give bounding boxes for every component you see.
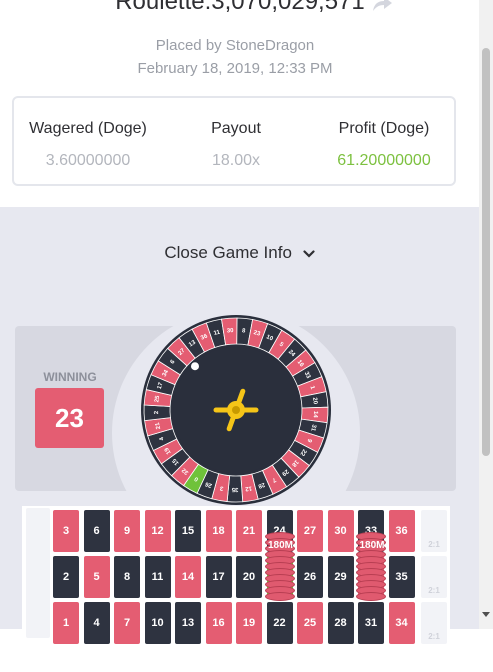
winning-label: WINNING [43, 370, 97, 384]
board-number[interactable]: 14 [175, 556, 201, 598]
board-number[interactable]: 22 [266, 602, 293, 644]
board-number[interactable]: 27 [297, 510, 323, 552]
wheel-number: 35 [231, 486, 238, 492]
board-number[interactable]: 9 [114, 510, 140, 552]
game-title: Roulette:3,070,029,571 [115, 0, 365, 15]
wheel-number: 14 [312, 411, 318, 419]
board-number[interactable]: 28 [327, 602, 354, 644]
wheel-number: 30 [227, 328, 235, 335]
scroll-down-icon[interactable] [482, 610, 490, 618]
bet-stats: Wagered (Doge) 3.60000000 Payout 18.00x … [12, 96, 456, 186]
close-game-info-button[interactable]: Close Game Info [0, 243, 479, 263]
board-number[interactable]: 1 [53, 602, 79, 644]
close-game-info-label: Close Game Info [164, 243, 292, 262]
board-number[interactable]: 19 [236, 602, 262, 644]
board-number[interactable]: 11 [144, 556, 171, 598]
wagered-label: Wagered (Doge) [29, 120, 147, 137]
board-number[interactable]: 2 [53, 556, 79, 598]
chip [356, 592, 386, 601]
payout-label: Payout [211, 120, 261, 137]
board-number[interactable]: 30 [327, 510, 354, 552]
board-number[interactable]: 34 [388, 602, 415, 644]
ball [190, 362, 199, 371]
board-number[interactable]: 20 [236, 556, 262, 598]
profit-value: 61.20000000 [337, 152, 431, 169]
board-number[interactable]: 36 [388, 510, 415, 552]
board-number[interactable]: 8 [114, 556, 140, 598]
roulette-wheel: 03215194212251734627133611 30 8 23105241633… [141, 315, 331, 505]
scrollbar-thumb[interactable] [482, 48, 490, 456]
board-number[interactable]: 17 [205, 556, 232, 598]
board-number[interactable]: 12 [144, 510, 171, 552]
board-number[interactable]: 16 [205, 602, 232, 644]
board-number[interactable]: 21 [236, 510, 262, 552]
board-number[interactable]: 25 [297, 602, 323, 644]
board-number[interactable]: 35 [388, 556, 415, 598]
board-number[interactable]: 13 [175, 602, 201, 644]
board-number[interactable]: 4 [83, 602, 110, 644]
placed-by: Placed by StoneDragon [155, 37, 315, 54]
wagered-value: 3.60000000 [45, 152, 131, 169]
board-number[interactable]: 18 [205, 510, 232, 552]
board-number[interactable]: 15 [175, 510, 201, 552]
share-icon[interactable] [370, 0, 396, 14]
turret-cap [232, 406, 240, 414]
scrollbar[interactable] [479, 0, 493, 629]
chip-amount: 180M [359, 540, 385, 551]
profit-label: Profit (Doge) [338, 120, 430, 137]
chip-amount: 180M [267, 540, 293, 551]
board-number[interactable]: 3 [53, 510, 79, 552]
column-bet[interactable]: 2:1 [421, 556, 447, 598]
bet-date: February 18, 2019, 12:33 PM [137, 60, 333, 77]
column-bet[interactable]: 2:1 [421, 602, 447, 644]
chip [264, 592, 295, 601]
payout-value: 18.00x [211, 152, 261, 169]
column-bet[interactable]: 2:1 [421, 510, 447, 552]
board-number[interactable]: 31 [358, 602, 384, 644]
board-number[interactable]: 6 [83, 510, 110, 552]
board-number[interactable]: 29 [327, 556, 354, 598]
winning-number: 23 [35, 388, 104, 448]
betting-board: 3691215182124273033362:12581114172023262… [22, 506, 450, 646]
board-number[interactable]: 10 [144, 602, 171, 644]
chevron-down-icon [303, 249, 315, 258]
game-info-area: Close Game Info WINNING 23 0 32 15 19 4 21 2 25… [0, 207, 479, 646]
zero-slot[interactable] [26, 508, 50, 638]
board-number[interactable]: 7 [114, 602, 140, 644]
board-number[interactable]: 26 [297, 556, 323, 598]
board-number[interactable]: 5 [83, 556, 110, 598]
